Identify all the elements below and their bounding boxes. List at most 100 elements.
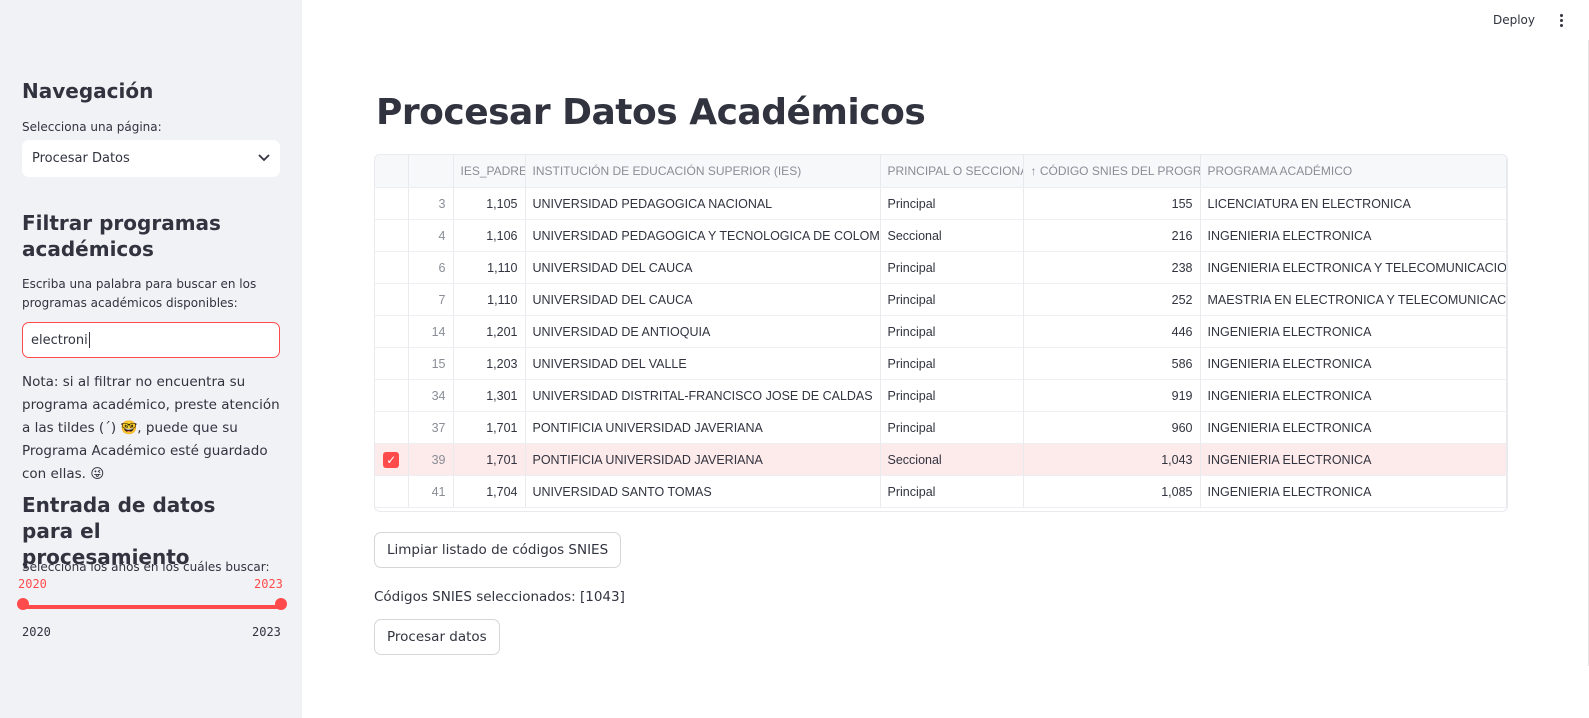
cell-ies-padre[interactable]: 1,301 bbox=[453, 379, 526, 412]
row-select-cell[interactable] bbox=[375, 315, 409, 348]
cell-tipo[interactable]: Principal bbox=[880, 379, 1024, 412]
cell-index[interactable]: 34 bbox=[408, 379, 454, 412]
cell-programa[interactable]: LICENCIATURA EN ELECTRONICA bbox=[1200, 187, 1507, 220]
cell-programa[interactable]: INGENIERIA ELECTRONICA Y TELECOMUNICACIO… bbox=[1200, 251, 1507, 284]
cell-snies[interactable]: 1,085 bbox=[1023, 475, 1201, 508]
cell-programa[interactable]: INGENIERIA ELECTRONICA bbox=[1200, 443, 1507, 476]
cell-programa[interactable]: INGENIERIA ELECTRONICA bbox=[1200, 379, 1507, 412]
table-row[interactable]: 37 1,701 PONTIFICIA UNIVERSIDAD JAVERIANA P… bbox=[375, 411, 1507, 444]
search-input[interactable]: electroni bbox=[22, 322, 280, 358]
cell-tipo[interactable]: Seccional bbox=[880, 443, 1024, 476]
cell-snies[interactable]: 216 bbox=[1023, 219, 1201, 252]
cell-ies-padre[interactable]: 1,701 bbox=[453, 411, 526, 444]
cell-institucion[interactable]: PONTIFICIA UNIVERSIDAD JAVERIANA bbox=[525, 411, 881, 444]
row-select-cell[interactable] bbox=[375, 411, 409, 444]
cell-ies-padre[interactable]: 1,110 bbox=[453, 283, 526, 316]
checkbox-checked-icon[interactable]: ✓ bbox=[383, 451, 400, 468]
column-header-ies-padre[interactable]: IES_PADRE bbox=[453, 155, 526, 188]
cell-programa[interactable]: INGENIERIA ELECTRONICA bbox=[1200, 475, 1507, 508]
row-select-cell[interactable]: ✓ bbox=[375, 443, 409, 476]
cell-snies[interactable]: 252 bbox=[1023, 283, 1201, 316]
row-select-cell[interactable] bbox=[375, 379, 409, 412]
cell-programa[interactable]: INGENIERIA ELECTRONICA bbox=[1200, 347, 1507, 380]
table-row[interactable]: 41 1,704 UNIVERSIDAD SANTO TOMAS Principal 1… bbox=[375, 475, 1507, 508]
slider-thumb-min[interactable] bbox=[17, 598, 29, 610]
cell-ies-padre[interactable]: 1,704 bbox=[453, 475, 526, 508]
cell-tipo[interactable]: Principal bbox=[880, 187, 1024, 220]
table-row[interactable]: 34 1,301 UNIVERSIDAD DISTRITAL-FRANCISCO J… bbox=[375, 379, 1507, 412]
cell-snies[interactable]: 155 bbox=[1023, 187, 1201, 220]
row-select-cell[interactable] bbox=[375, 251, 409, 284]
cell-programa[interactable]: INGENIERIA ELECTRONICA bbox=[1200, 411, 1507, 444]
cell-index[interactable]: 14 bbox=[408, 315, 454, 348]
cell-ies-padre[interactable]: 1,105 bbox=[453, 187, 526, 220]
cell-ies-padre[interactable]: 1,203 bbox=[453, 347, 526, 380]
cell-institucion[interactable]: UNIVERSIDAD DE ANTIOQUIA bbox=[525, 315, 881, 348]
cell-tipo[interactable]: Seccional bbox=[880, 219, 1024, 252]
cell-tipo[interactable]: Principal bbox=[880, 251, 1024, 284]
process-data-button[interactable]: Procesar datos bbox=[374, 619, 500, 655]
cell-ies-padre[interactable]: 1,110 bbox=[453, 251, 526, 284]
cell-institucion[interactable]: UNIVERSIDAD DEL VALLE bbox=[525, 347, 881, 380]
slider-value-max: 2023 bbox=[254, 577, 283, 591]
cell-institucion[interactable]: UNIVERSIDAD SANTO TOMAS bbox=[525, 475, 881, 508]
cell-institucion[interactable]: UNIVERSIDAD DEL CAUCA bbox=[525, 283, 881, 316]
row-select-cell[interactable] bbox=[375, 347, 409, 380]
cell-tipo[interactable]: Principal bbox=[880, 347, 1024, 380]
cell-tipo[interactable]: Principal bbox=[880, 315, 1024, 348]
cell-snies[interactable]: 1,043 bbox=[1023, 443, 1201, 476]
row-select-cell[interactable] bbox=[375, 475, 409, 508]
column-header-programa[interactable]: PROGRAMA ACADÉMICO bbox=[1200, 155, 1507, 188]
table-row[interactable]: ✓ 39 1,701 PONTIFICIA UNIVERSIDAD JAVERIANA… bbox=[375, 443, 1507, 476]
cell-institucion[interactable]: UNIVERSIDAD DEL CAUCA bbox=[525, 251, 881, 284]
cell-ies-padre[interactable]: 1,701 bbox=[453, 443, 526, 476]
cell-index[interactable]: 15 bbox=[408, 347, 454, 380]
cell-index[interactable]: 41 bbox=[408, 475, 454, 508]
column-header-index[interactable] bbox=[408, 155, 454, 188]
cell-index[interactable]: 7 bbox=[408, 283, 454, 316]
more-options-icon[interactable] bbox=[1551, 13, 1571, 27]
page-select[interactable]: Procesar Datos bbox=[22, 140, 280, 177]
clear-snies-button[interactable]: Limpiar listado de códigos SNIES bbox=[374, 532, 622, 568]
table-row[interactable]: 3 1,105 UNIVERSIDAD PEDAGOGICA NACIONAL Pri… bbox=[375, 187, 1507, 220]
column-header-institucion[interactable]: INSTITUCIÓN DE EDUCACIÓN SUPERIOR (IES) bbox=[525, 155, 881, 188]
cell-snies[interactable]: 960 bbox=[1023, 411, 1201, 444]
data-table[interactable]: IES_PADRE INSTITUCIÓN DE EDUCACIÓN SUPER… bbox=[374, 154, 1508, 512]
cell-tipo[interactable]: Principal bbox=[880, 411, 1024, 444]
slider-thumb-max[interactable] bbox=[275, 598, 287, 610]
cell-ies-padre[interactable]: 1,201 bbox=[453, 315, 526, 348]
table-row[interactable]: 7 1,110 UNIVERSIDAD DEL CAUCA Principal 252 M… bbox=[375, 283, 1507, 316]
cell-programa[interactable]: MAESTRIA EN ELECTRONICA Y TELECOMUNICACI… bbox=[1200, 283, 1507, 316]
column-header-codigo-snies[interactable]: ↑ CÓDIGO SNIES DEL PROGRAMA bbox=[1023, 155, 1201, 188]
year-range-slider[interactable] bbox=[22, 605, 280, 609]
table-row[interactable]: 15 1,203 UNIVERSIDAD DEL VALLE Principal 586… bbox=[375, 347, 1507, 380]
table-row[interactable]: 4 1,106 UNIVERSIDAD PEDAGOGICA Y TECNOLOGI… bbox=[375, 219, 1507, 252]
column-header-select[interactable] bbox=[375, 155, 409, 188]
cell-institucion[interactable]: UNIVERSIDAD DISTRITAL-FRANCISCO JOSE DE … bbox=[525, 379, 881, 412]
table-header-row: IES_PADRE INSTITUCIÓN DE EDUCACIÓN SUPER… bbox=[375, 155, 1507, 188]
cell-tipo[interactable]: Principal bbox=[880, 283, 1024, 316]
cell-snies[interactable]: 919 bbox=[1023, 379, 1201, 412]
cell-snies[interactable]: 586 bbox=[1023, 347, 1201, 380]
cell-programa[interactable]: INGENIERIA ELECTRONICA bbox=[1200, 219, 1507, 252]
row-select-cell[interactable] bbox=[375, 219, 409, 252]
cell-programa[interactable]: INGENIERIA ELECTRONICA bbox=[1200, 315, 1507, 348]
cell-index[interactable]: 6 bbox=[408, 251, 454, 284]
cell-snies[interactable]: 446 bbox=[1023, 315, 1201, 348]
cell-ies-padre[interactable]: 1,106 bbox=[453, 219, 526, 252]
table-row[interactable]: 14 1,201 UNIVERSIDAD DE ANTIOQUIA Principal… bbox=[375, 315, 1507, 348]
row-select-cell[interactable] bbox=[375, 187, 409, 220]
cell-index[interactable]: 37 bbox=[408, 411, 454, 444]
row-select-cell[interactable] bbox=[375, 283, 409, 316]
cell-institucion[interactable]: UNIVERSIDAD PEDAGOGICA NACIONAL bbox=[525, 187, 881, 220]
cell-index[interactable]: 39 bbox=[408, 443, 454, 476]
table-row[interactable]: 6 1,110 UNIVERSIDAD DEL CAUCA Principal 238 I… bbox=[375, 251, 1507, 284]
cell-index[interactable]: 3 bbox=[408, 187, 454, 220]
cell-index[interactable]: 4 bbox=[408, 219, 454, 252]
cell-tipo[interactable]: Principal bbox=[880, 475, 1024, 508]
cell-institucion[interactable]: UNIVERSIDAD PEDAGOGICA Y TECNOLOGICA DE … bbox=[525, 219, 881, 252]
deploy-button[interactable]: Deploy bbox=[1493, 13, 1535, 27]
cell-institucion[interactable]: PONTIFICIA UNIVERSIDAD JAVERIANA bbox=[525, 443, 881, 476]
cell-snies[interactable]: 238 bbox=[1023, 251, 1201, 284]
column-header-principal-seccional[interactable]: PRINCIPAL O SECCIONAL bbox=[880, 155, 1024, 188]
